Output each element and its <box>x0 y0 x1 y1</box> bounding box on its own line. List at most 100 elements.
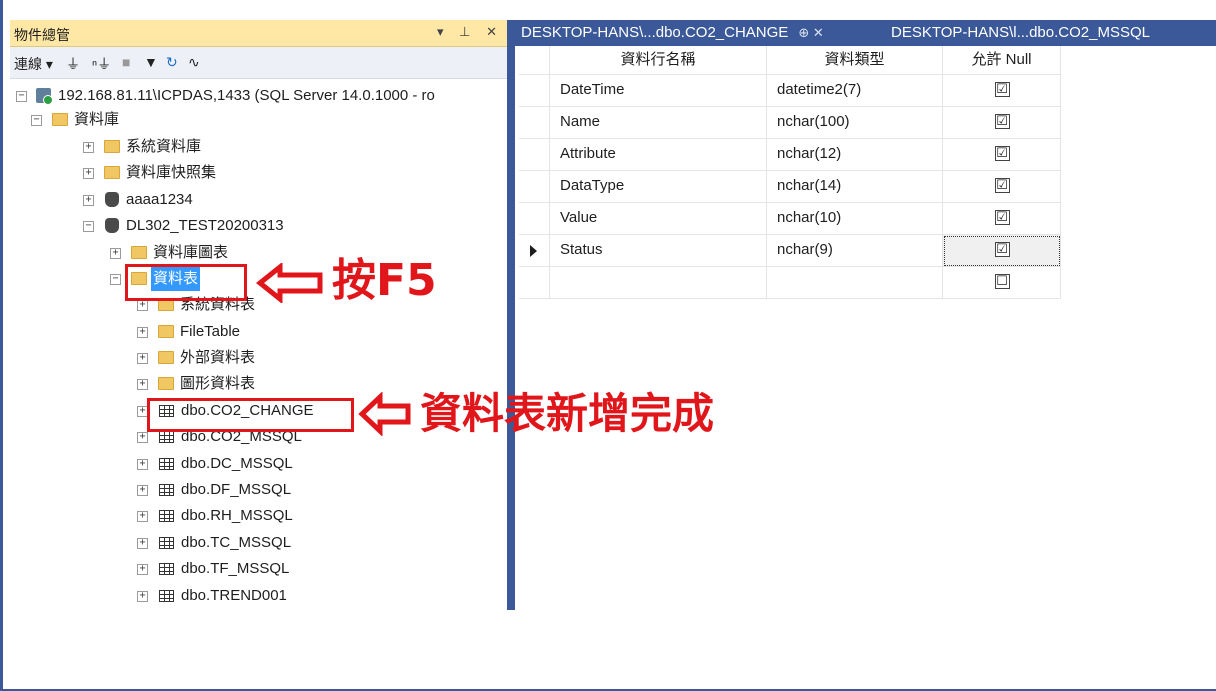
allow-null-cell[interactable]: ☑ <box>943 75 1061 107</box>
tree-node-databases[interactable]: − 資料庫 <box>10 108 507 132</box>
row-selector-current[interactable] <box>519 235 550 267</box>
tree-node-table[interactable]: + dbo.TREND001 <box>10 584 507 608</box>
panel-window-buttons[interactable]: ▾ ⊥ ✕ <box>437 24 503 40</box>
refresh-icon[interactable]: ↻ <box>166 54 178 71</box>
allow-null-checkbox[interactable]: ☑ <box>994 82 1010 97</box>
row-selector[interactable] <box>519 267 550 299</box>
folder-icon <box>104 140 120 153</box>
collapse-toggle[interactable]: − <box>110 274 121 285</box>
expand-toggle[interactable]: + <box>137 432 148 443</box>
expand-toggle[interactable]: + <box>83 195 94 206</box>
table-icon <box>159 537 174 549</box>
tree-node-table[interactable]: + dbo.TF_MSSQL <box>10 557 507 581</box>
data-type-cell[interactable]: nchar(12) <box>767 139 943 171</box>
activity-monitor-icon[interactable]: ∿ <box>188 54 200 71</box>
allow-null-checkbox[interactable]: ☑ <box>994 210 1010 225</box>
row-selector[interactable] <box>519 107 550 139</box>
allow-null-cell-focused[interactable]: ☑ <box>943 235 1061 267</box>
column-name-cell[interactable] <box>550 267 767 299</box>
expand-toggle[interactable]: + <box>137 353 148 364</box>
allow-null-checkbox[interactable]: ☑ <box>994 178 1010 193</box>
expand-toggle[interactable]: + <box>110 248 121 259</box>
tree-node-table[interactable]: + dbo.RH_MSSQL <box>10 504 507 528</box>
allow-null-checkbox[interactable]: ☑ <box>994 114 1010 129</box>
expand-toggle[interactable]: + <box>137 511 148 522</box>
panel-splitter[interactable] <box>507 20 515 610</box>
column-name-cell[interactable]: Value <box>550 203 767 235</box>
annotation-arrow-icon <box>256 263 323 303</box>
expand-toggle[interactable]: + <box>137 564 148 575</box>
tree-node-table[interactable]: + dbo.TC_MSSQL <box>10 531 507 555</box>
row-selector[interactable] <box>519 139 550 171</box>
current-row-arrow-icon <box>530 245 537 257</box>
expand-toggle[interactable]: + <box>137 485 148 496</box>
column-name-cell[interactable]: Status <box>550 235 767 267</box>
column-name-cell[interactable]: DateTime <box>550 75 767 107</box>
tab-label: DESKTOP-HANS\l...dbo.CO2_MSSQL <box>891 24 1150 41</box>
expand-toggle[interactable]: + <box>137 538 148 549</box>
tree-node-external-tables[interactable]: + 外部資料表 <box>10 346 507 370</box>
connect-dropdown[interactable]: 連線 ▾ <box>14 54 53 74</box>
allow-null-checkbox[interactable]: ☑ <box>994 242 1010 257</box>
expand-toggle[interactable]: + <box>137 591 148 602</box>
databases-label: 資料庫 <box>74 111 120 128</box>
folder-icon <box>158 325 174 338</box>
annotation-table-added: 資料表新增完成 <box>420 389 715 438</box>
allow-null-cell[interactable]: ☑ <box>943 171 1061 203</box>
document-tab-strip: DESKTOP-HANS\...dbo.CO2_CHANGE ⊕ ✕ DESKTO… <box>515 20 1216 46</box>
tree-node-table[interactable]: + dbo.DC_MSSQL <box>10 452 507 476</box>
collapse-toggle[interactable]: − <box>83 221 94 232</box>
expand-toggle[interactable]: + <box>137 327 148 338</box>
data-type-cell[interactable]: datetime2(7) <box>767 75 943 107</box>
expand-toggle[interactable]: + <box>137 379 148 390</box>
table-icon <box>159 431 174 443</box>
tree-node-db-aaaa1234[interactable]: + aaaa1234 <box>10 188 507 212</box>
row-header-corner <box>519 46 550 75</box>
pin-close-icon[interactable]: ⊕ ✕ <box>798 25 823 40</box>
tab-co2-mssql[interactable]: DESKTOP-HANS\l...dbo.CO2_MSSQL <box>885 20 1216 46</box>
allow-null-cell[interactable]: ☑ <box>943 107 1061 139</box>
tree-node-filetable[interactable]: + FileTable <box>10 320 507 344</box>
column-header-name: 資料行名稱 <box>550 46 767 75</box>
tree-node-db-dl302[interactable]: − DL302_TEST20200313 <box>10 214 507 238</box>
column-name-cell[interactable]: DataType <box>550 171 767 203</box>
annotation-arrow-icon <box>358 392 411 436</box>
collapse-toggle[interactable]: − <box>31 115 42 126</box>
tree-node-system-databases[interactable]: + 系統資料庫 <box>10 135 507 159</box>
collapse-toggle[interactable]: − <box>16 91 27 102</box>
folder-icon <box>104 166 120 179</box>
table-icon <box>159 590 174 602</box>
allow-null-checkbox[interactable]: ☑ <box>994 146 1010 161</box>
data-type-cell[interactable]: nchar(100) <box>767 107 943 139</box>
column-name-cell[interactable]: Name <box>550 107 767 139</box>
filter-icon[interactable]: ▼ <box>144 54 158 70</box>
row-selector[interactable] <box>519 75 550 107</box>
database-label: aaaa1234 <box>126 191 193 208</box>
stop-icon[interactable]: ■ <box>122 54 130 70</box>
disconnect-icon[interactable]: ⁿ⏚ <box>92 54 111 74</box>
allow-null-cell[interactable]: ☑ <box>943 203 1061 235</box>
column-header-type: 資料類型 <box>767 46 943 75</box>
data-type-cell[interactable]: nchar(9) <box>767 235 943 267</box>
tree-node-server[interactable]: − 192.168.81.11\ICPDAS,1433 (SQL Server … <box>10 84 507 108</box>
allow-null-cell[interactable]: ☐ <box>943 267 1061 299</box>
database-label: DL302_TEST20200313 <box>126 217 284 234</box>
row-selector[interactable] <box>519 203 550 235</box>
data-type-cell[interactable]: nchar(14) <box>767 171 943 203</box>
expand-toggle[interactable]: + <box>83 142 94 153</box>
allow-null-cell[interactable]: ☑ <box>943 139 1061 171</box>
data-type-cell[interactable]: nchar(10) <box>767 203 943 235</box>
allow-null-checkbox[interactable]: ☐ <box>994 274 1010 289</box>
column-name-cell[interactable]: Attribute <box>550 139 767 171</box>
expand-toggle[interactable]: + <box>137 459 148 470</box>
expand-toggle[interactable]: + <box>83 168 94 179</box>
annotation-press-f5: 按F5 <box>332 255 437 306</box>
row-selector[interactable] <box>519 171 550 203</box>
expand-toggle[interactable]: + <box>137 300 148 311</box>
server-icon <box>36 88 53 105</box>
tree-node-table[interactable]: + dbo.DF_MSSQL <box>10 478 507 502</box>
connect-plug-icon[interactable]: ⏚ <box>66 54 80 74</box>
data-type-cell[interactable] <box>767 267 943 299</box>
tree-node-database-snapshots[interactable]: + 資料庫快照集 <box>10 161 507 185</box>
tab-co2-change[interactable]: DESKTOP-HANS\...dbo.CO2_CHANGE ⊕ ✕ <box>515 20 883 46</box>
